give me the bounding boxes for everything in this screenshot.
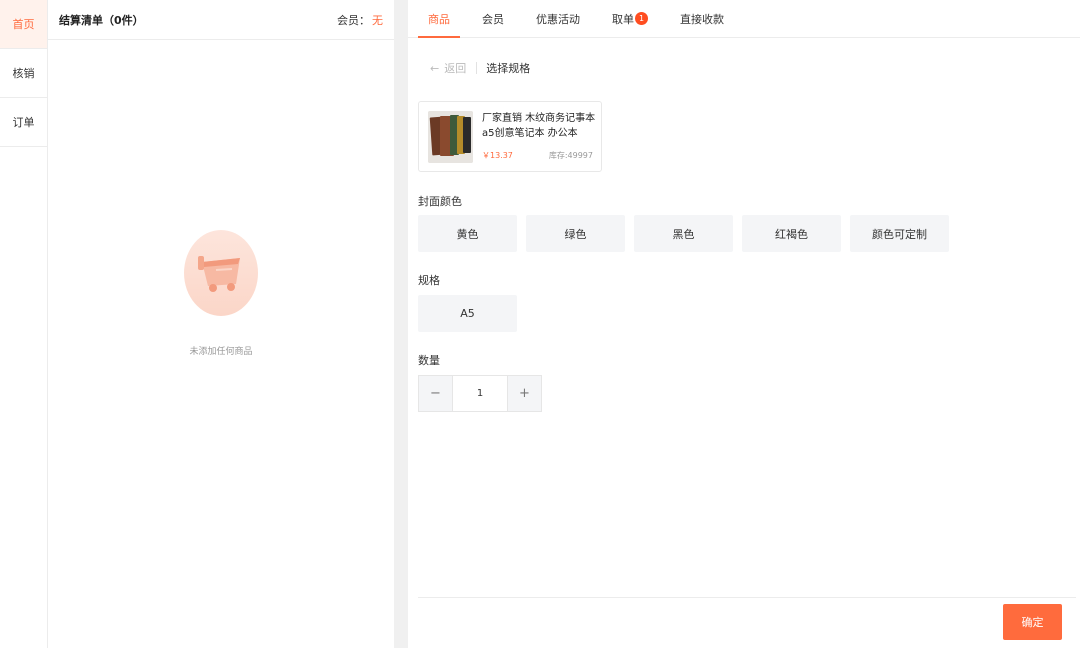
option-custom-color[interactable]: 颜色可定制 xyxy=(850,215,949,252)
tab-bar: 商品 会员 优惠活动 取单 1 直接收款 xyxy=(408,0,1080,38)
back-button[interactable]: ← 返回 xyxy=(430,60,466,76)
tab-products[interactable]: 商品 xyxy=(418,0,460,38)
footer-divider xyxy=(418,597,1076,598)
breadcrumb: ← 返回 选择规格 xyxy=(430,60,530,76)
nav-item-home[interactable]: 首页 xyxy=(0,0,47,49)
size-options: A5 xyxy=(418,295,526,332)
tab-products-label: 商品 xyxy=(428,12,450,26)
pickup-count-badge: 1 xyxy=(635,12,648,25)
option-yellow[interactable]: 黄色 xyxy=(418,215,517,252)
product-card: 厂家直销 木纹商务记事本 a5创意笔记本 办公本子... ￥13.37 库存:4… xyxy=(418,101,602,172)
panel-divider xyxy=(394,0,408,648)
tab-direct-payment-label: 直接收款 xyxy=(680,12,724,26)
empty-cart-text: 未添加任何商品 xyxy=(189,347,253,357)
back-label: 返回 xyxy=(444,62,467,75)
quantity-stepper: − + xyxy=(418,375,542,412)
tab-direct-payment[interactable]: 直接收款 xyxy=(670,0,734,37)
quantity-label: 数量 xyxy=(418,354,440,367)
checkout-header: 结算清单（0件） 会员：无 xyxy=(48,0,394,40)
checkout-title: 结算清单（0件） xyxy=(59,13,144,27)
empty-cart-illustration xyxy=(184,230,258,316)
tab-members[interactable]: 会员 xyxy=(472,0,514,37)
tab-members-label: 会员 xyxy=(482,12,504,26)
nav-item-verify[interactable]: 核销 xyxy=(0,49,47,98)
plus-button[interactable]: + xyxy=(508,376,541,411)
empty-cart-state: 未添加任何商品 xyxy=(48,230,394,357)
tab-pickup-order-label: 取单 xyxy=(612,12,634,26)
option-green[interactable]: 绿色 xyxy=(526,215,625,252)
notebook-image-icon xyxy=(428,111,473,163)
quantity-input[interactable] xyxy=(452,376,508,411)
product-price: ￥13.37 xyxy=(482,151,513,160)
nav-item-orders[interactable]: 订单 xyxy=(0,98,47,147)
shopping-cart-icon xyxy=(198,256,240,292)
tab-promotions-label: 优惠活动 xyxy=(536,12,580,26)
member-selector[interactable]: 会员：无 xyxy=(337,12,383,28)
product-name: 厂家直销 木纹商务记事本 a5创意笔记本 办公本子... xyxy=(482,113,596,139)
arrow-left-icon: ← xyxy=(430,61,440,75)
product-panel: 商品 会员 优惠活动 取单 1 直接收款 ← 返回 选择规格 厂家直销 木纹商务记… xyxy=(408,0,1080,648)
size-label: 规格 xyxy=(418,274,440,287)
confirm-button[interactable]: 确定 xyxy=(1003,604,1062,640)
checkout-panel: 结算清单（0件） 会员：无 未添加任何商品 xyxy=(48,0,394,648)
page-title: 选择规格 xyxy=(486,62,531,75)
side-nav: 首页 核销 订单 xyxy=(0,0,48,648)
option-a5[interactable]: A5 xyxy=(418,295,517,332)
tab-pickup-order[interactable]: 取单 1 xyxy=(602,0,658,37)
breadcrumb-separator xyxy=(476,62,478,74)
cover-color-label: 封面颜色 xyxy=(418,195,462,208)
option-black[interactable]: 黑色 xyxy=(634,215,733,252)
product-image xyxy=(428,111,473,163)
member-value[interactable]: 无 xyxy=(372,14,383,27)
member-label: 会员： xyxy=(337,13,370,27)
minus-button[interactable]: − xyxy=(419,376,452,411)
product-stock: 库存:49997 xyxy=(548,151,593,160)
cover-color-options: 黄色 绿色 黑色 红褐色 颜色可定制 xyxy=(418,215,958,252)
tab-promotions[interactable]: 优惠活动 xyxy=(526,0,590,37)
option-reddish-brown[interactable]: 红褐色 xyxy=(742,215,841,252)
